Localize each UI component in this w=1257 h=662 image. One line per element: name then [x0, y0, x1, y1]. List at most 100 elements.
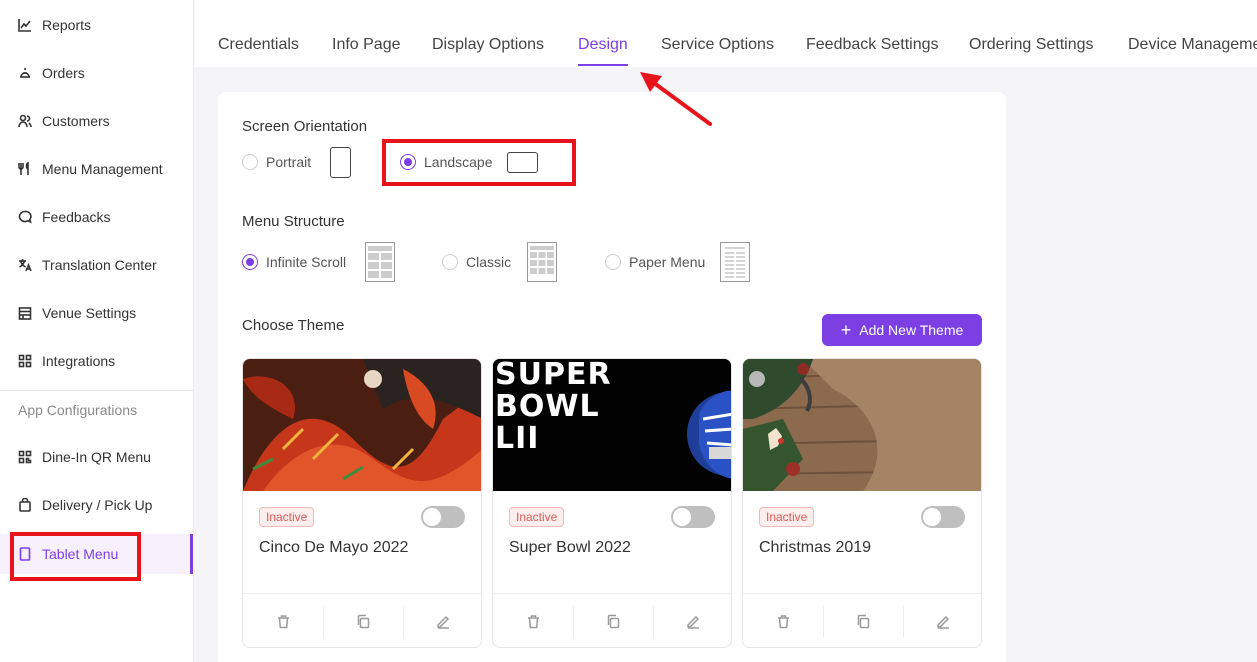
- edit-theme-button[interactable]: [653, 594, 731, 647]
- copy-icon: [607, 614, 619, 629]
- sidebar-item-dine-in-qr-menu[interactable]: Dine-In QR Menu: [0, 437, 194, 477]
- sidebar-item-reports[interactable]: Reports: [0, 5, 194, 45]
- portrait-tablet-icon: [330, 147, 351, 178]
- plus-icon: +: [840, 320, 852, 340]
- theme-preview-image: [243, 359, 481, 491]
- tab-display-options[interactable]: Display Options: [432, 36, 544, 54]
- status-badge: Inactive: [509, 507, 565, 527]
- integrations-icon: [18, 354, 32, 368]
- tab-device-management[interactable]: Device Management: [1128, 36, 1257, 54]
- sidebar-divider: [0, 390, 193, 391]
- screen-orientation-title: Screen Orientation: [242, 118, 368, 135]
- sidebar-item-label: Customers: [42, 113, 110, 129]
- infinite-scroll-layout-icon: [365, 242, 395, 282]
- menu-classic-option[interactable]: Classic: [442, 254, 511, 270]
- edit-theme-button[interactable]: [903, 594, 981, 647]
- theme-card-christmas[interactable]: Inactive Christmas 2019: [742, 358, 982, 648]
- sidebar-item-label: Delivery / Pick Up: [42, 497, 153, 513]
- theme-toggle[interactable]: [671, 506, 715, 528]
- highlight-tablet-menu: [10, 532, 141, 581]
- option-label: Classic: [466, 254, 512, 270]
- image-text-line: LII: [495, 421, 540, 456]
- sidebar-item-label: Dine-In QR Menu: [42, 449, 151, 465]
- sidebar-item-customers[interactable]: Customers: [0, 101, 194, 141]
- theme-card-super-bowl[interactable]: SUPER BOWL LII Inactive Super Bowl 2022: [492, 358, 732, 648]
- copy-icon: [357, 614, 369, 629]
- status-badge: Inactive: [259, 507, 315, 527]
- edit-theme-button[interactable]: [403, 594, 481, 647]
- utensils-icon: [18, 162, 32, 176]
- tab-design[interactable]: Design: [578, 36, 628, 54]
- delete-theme-button[interactable]: [493, 594, 573, 647]
- theme-card-cinco-de-mayo[interactable]: Inactive Cinco De Mayo 2022: [242, 358, 482, 648]
- theme-toggle[interactable]: [421, 506, 465, 528]
- trash-icon: [777, 615, 789, 629]
- design-card: Screen Orientation Portrait Landscape Me…: [218, 92, 1006, 662]
- tab-service-options[interactable]: Service Options: [661, 36, 774, 54]
- sidebar-item-menu-management[interactable]: Menu Management: [0, 149, 194, 189]
- radio-button[interactable]: [242, 254, 258, 270]
- duplicate-theme-button[interactable]: [573, 594, 653, 647]
- pencil-icon: [936, 615, 949, 629]
- radio-button[interactable]: [242, 154, 258, 170]
- theme-toggle[interactable]: [921, 506, 965, 528]
- sidebar-section-label: App Configurations: [18, 402, 138, 418]
- classic-layout-icon: [527, 242, 557, 282]
- pencil-icon: [686, 615, 699, 629]
- menu-structure-title: Menu Structure: [242, 213, 345, 230]
- sidebar-item-orders[interactable]: Orders: [0, 53, 194, 93]
- duplicate-theme-button[interactable]: [823, 594, 903, 647]
- store-icon: [18, 306, 32, 320]
- menu-paper-menu-option[interactable]: Paper Menu: [605, 254, 705, 270]
- trash-icon: [277, 615, 289, 629]
- option-label: Infinite Scroll: [266, 254, 347, 270]
- theme-preview-image: [743, 359, 981, 491]
- tab-ordering-settings[interactable]: Ordering Settings: [969, 36, 1094, 54]
- duplicate-theme-button[interactable]: [323, 594, 403, 647]
- theme-preview-image: SUPER BOWL LII: [493, 359, 731, 491]
- option-label: Portrait: [266, 154, 312, 170]
- theme-actions: [243, 593, 481, 647]
- users-icon: [18, 114, 32, 128]
- option-label: Paper Menu: [629, 254, 706, 270]
- radio-button[interactable]: [442, 254, 458, 270]
- tab-feedback-settings[interactable]: Feedback Settings: [806, 36, 939, 54]
- add-new-theme-button[interactable]: + Add New Theme: [822, 314, 982, 346]
- translate-icon: [18, 258, 32, 272]
- super-bowl-image-text: SUPER BOWL LII: [495, 359, 612, 455]
- bell-icon: [18, 66, 32, 80]
- sidebar-item-venue-settings[interactable]: Venue Settings: [0, 293, 194, 333]
- choose-theme-title: Choose Theme: [242, 317, 345, 334]
- theme-actions: [493, 593, 731, 647]
- active-tab-underline: [578, 64, 628, 66]
- menu-infinite-scroll-option[interactable]: Infinite Scroll: [242, 254, 346, 270]
- sidebar-item-feedbacks[interactable]: Feedbacks: [0, 197, 194, 237]
- sidebar-item-translation-center[interactable]: Translation Center: [0, 245, 194, 285]
- theme-actions: [743, 593, 981, 647]
- theme-name: Cinco De Mayo 2022: [259, 539, 409, 556]
- sidebar-item-label: Venue Settings: [42, 305, 137, 321]
- paper-menu-layout-icon: [720, 242, 750, 282]
- pencil-icon: [436, 615, 449, 629]
- settings-tabs: Credentials Info Page Display Options De…: [195, 0, 1257, 67]
- sidebar-item-label: Reports: [42, 17, 92, 33]
- image-text-line: BOWL: [495, 389, 600, 424]
- chart-line-icon: [18, 18, 32, 32]
- tab-credentials[interactable]: Credentials: [218, 36, 299, 54]
- sidebar-item-delivery-pick-up[interactable]: Delivery / Pick Up: [0, 485, 194, 525]
- highlight-landscape-option: [382, 139, 576, 186]
- delete-theme-button[interactable]: [243, 594, 323, 647]
- image-text-line: SUPER: [495, 359, 612, 392]
- radio-button[interactable]: [605, 254, 621, 270]
- trash-icon: [527, 615, 539, 629]
- theme-name: Christmas 2019: [759, 539, 872, 556]
- sidebar-item-label: Menu Management: [42, 161, 163, 177]
- orientation-portrait-option[interactable]: Portrait: [242, 154, 311, 170]
- button-label: Add New Theme: [859, 322, 964, 338]
- sidebar-item-label: Feedbacks: [42, 209, 111, 225]
- active-indicator: [190, 534, 193, 574]
- delete-theme-button[interactable]: [743, 594, 823, 647]
- sidebar-item-integrations[interactable]: Integrations: [0, 341, 194, 381]
- sidebar-item-label: Orders: [42, 65, 85, 81]
- tab-info-page[interactable]: Info Page: [332, 36, 401, 54]
